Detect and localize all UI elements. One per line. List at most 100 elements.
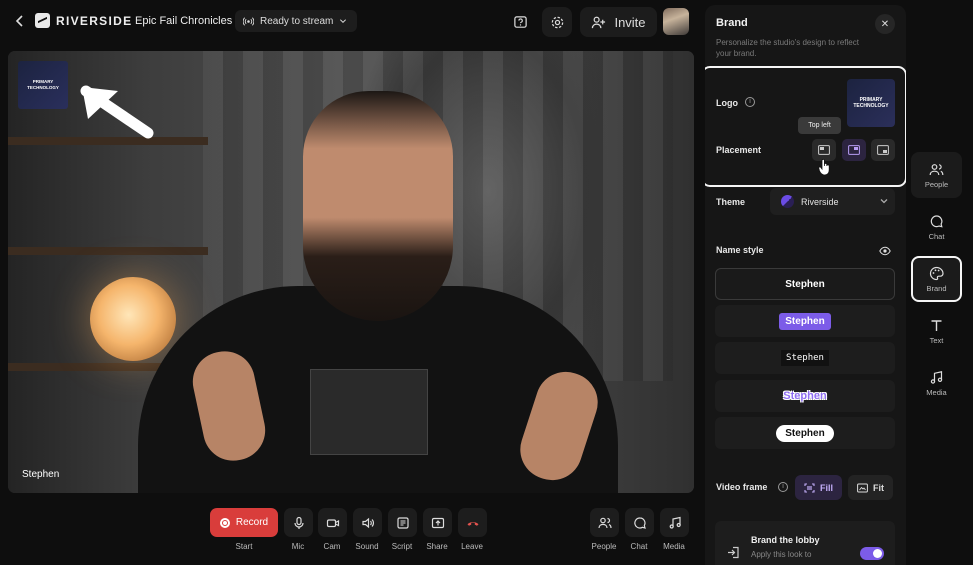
cam-button[interactable] [318, 508, 347, 537]
people-label: People [591, 542, 617, 551]
control-bar: Record Start Mic Cam Sound Script Share … [0, 505, 700, 565]
rail-people-label: People [924, 179, 949, 189]
rail-media-label: Media [926, 387, 947, 397]
lobby-title: Brand the lobby [751, 535, 820, 545]
placement-top-right-button[interactable] [842, 139, 866, 161]
people-button[interactable] [590, 508, 619, 537]
rail-brand-label: Brand [926, 283, 947, 293]
logo-thumb-line: TECHNOLOGY [853, 103, 889, 109]
top-bar: RIVERSIDE Epic Fail Chronicles Ready to … [0, 0, 700, 44]
music-note-icon [930, 370, 943, 384]
chat-label: Chat [630, 542, 648, 551]
help-icon [513, 15, 527, 28]
close-button[interactable]: ✕ [875, 14, 895, 34]
participant-name-tag: Stephen [22, 469, 60, 480]
placement-label: Placement [716, 145, 762, 155]
theme-label: Theme [716, 197, 746, 207]
cam-label: Cam [323, 542, 341, 551]
script-label: Script [391, 542, 413, 551]
name-style-outline[interactable]: Stephen [715, 380, 895, 412]
stream-status-label: Ready to stream [260, 15, 334, 27]
invite-button[interactable]: Invite [580, 7, 657, 37]
help-button[interactable] [508, 7, 532, 37]
eye-icon[interactable] [879, 246, 891, 256]
theme-dropdown[interactable]: Riverside [770, 188, 895, 215]
record-icon [219, 517, 230, 528]
placement-bottom-right-icon [877, 145, 889, 155]
name-style-sample: Stephen [783, 390, 827, 402]
record-button[interactable]: Record [210, 508, 278, 537]
speaker-icon [361, 517, 374, 528]
studio-title[interactable]: Epic Fail Chronicles [135, 15, 232, 27]
participant-head [303, 91, 453, 321]
placement-bottom-right-button[interactable] [871, 139, 895, 161]
add-user-icon [592, 16, 606, 28]
brand-lobby-card: Brand the lobby Apply this look to [715, 521, 895, 565]
name-style-plain[interactable]: Stephen [715, 268, 895, 300]
chat-button[interactable] [625, 508, 654, 537]
start-label: Start [235, 542, 253, 551]
info-icon[interactable]: i [745, 97, 755, 107]
text-icon [931, 319, 942, 331]
fill-frame-icon [804, 482, 815, 493]
share-screen-icon [431, 517, 444, 528]
shirt-graphic [310, 369, 428, 455]
logo-overlay-line: TECHNOLOGY [27, 85, 59, 90]
video-frame-fill-button[interactable]: Fill [795, 475, 842, 500]
placement-top-left-icon [818, 145, 830, 155]
logo-thumbnail[interactable]: PRIMARY TECHNOLOGY [847, 79, 895, 127]
name-style-purple[interactable]: Stephen [715, 305, 895, 337]
sound-label: Sound [355, 542, 379, 551]
leave-button[interactable] [458, 508, 487, 537]
name-style-sample: Stephen [776, 424, 834, 442]
script-button[interactable] [388, 508, 417, 537]
rail-people[interactable]: People [911, 152, 962, 198]
logo-overlay: PRIMARY TECHNOLOGY [18, 61, 68, 109]
riverside-logo: RIVERSIDE [35, 13, 132, 28]
rail-chat[interactable]: Chat [911, 204, 962, 250]
lobby-subtitle: Apply this look to [751, 550, 812, 559]
brand-panel: Brand ✕ Personalize the studio's design … [705, 5, 906, 565]
name-style-sample: Stephen [785, 278, 825, 290]
name-style-label: Name style [716, 245, 764, 255]
logo-label: Logo [716, 98, 738, 108]
brand-lobby-toggle[interactable] [860, 547, 884, 560]
back-arrow-icon[interactable] [12, 13, 28, 29]
people-icon [929, 163, 944, 175]
theme-value: Riverside [801, 196, 839, 207]
placement-tooltip: Top left [798, 117, 841, 134]
record-label: Record [235, 517, 269, 528]
lamp [90, 277, 176, 361]
rail-text-label: Text [929, 335, 944, 345]
microphone-icon [293, 516, 304, 529]
close-icon: ✕ [880, 18, 890, 30]
cursor-hand-icon [818, 158, 830, 176]
placement-top-right-icon [848, 145, 860, 155]
name-style-mono[interactable]: Stephen [715, 342, 895, 374]
rail-media[interactable]: Media [911, 360, 962, 406]
camera-icon [326, 518, 339, 527]
shelf [8, 247, 208, 255]
share-button[interactable] [423, 508, 452, 537]
fit-frame-icon [857, 483, 868, 492]
mic-button[interactable] [284, 508, 313, 537]
enter-door-icon [728, 546, 739, 559]
user-avatar[interactable] [663, 8, 689, 35]
settings-button[interactable] [542, 7, 572, 37]
stream-status-dropdown[interactable]: Ready to stream [235, 10, 358, 32]
hang-up-icon [467, 521, 478, 526]
video-frame-fit-button[interactable]: Fit [848, 475, 893, 500]
rail-text[interactable]: Text [911, 308, 962, 354]
video-frame-label: Video frame [716, 482, 768, 492]
theme-swatch-icon [781, 195, 794, 208]
media-label: Media [663, 542, 685, 551]
info-icon[interactable]: i [778, 482, 788, 492]
sound-button[interactable] [353, 508, 382, 537]
script-icon [396, 516, 409, 529]
invite-label: Invite [614, 14, 646, 30]
fit-label: Fit [873, 482, 884, 493]
name-style-pill[interactable]: Stephen [715, 417, 895, 449]
media-button[interactable] [660, 508, 689, 537]
palette-icon [929, 266, 944, 280]
rail-brand[interactable]: Brand [911, 256, 962, 302]
